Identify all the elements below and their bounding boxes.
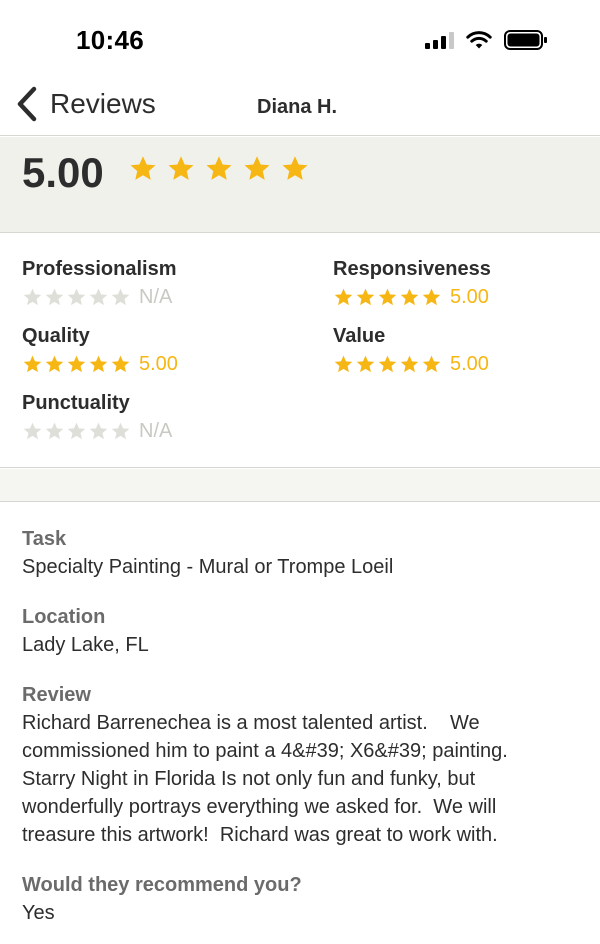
category-quality: Quality 5.00 xyxy=(22,325,178,376)
star-icon xyxy=(244,156,270,180)
category-value: 5.00 xyxy=(139,353,178,375)
category-label: Responsiveness xyxy=(333,258,491,280)
star-icon xyxy=(111,288,130,306)
star-icon xyxy=(23,422,42,440)
status-icons xyxy=(425,30,548,50)
overall-score: 5.00 xyxy=(22,149,104,196)
recommend-value: Yes xyxy=(22,902,55,924)
status-time: 10:46 xyxy=(76,25,144,55)
status-bar: 10:46 xyxy=(0,0,600,80)
star-icon xyxy=(356,355,375,373)
chevron-left-icon xyxy=(17,86,37,122)
category-professionalism: Professionalism N/A xyxy=(22,258,177,309)
category-ratings: Professionalism N/A Responsiveness 5.00 … xyxy=(0,234,600,468)
category-value: 5.00 xyxy=(450,286,489,308)
star-rating xyxy=(22,421,131,442)
review-text-line: commissioned him to paint a 4&#39; X6&#3… xyxy=(22,740,508,762)
category-label: Professionalism xyxy=(22,258,177,280)
star-icon xyxy=(422,288,441,306)
star-icon xyxy=(168,156,194,180)
star-rating xyxy=(22,287,131,308)
category-punctuality: Punctuality N/A xyxy=(22,392,172,443)
star-icon xyxy=(89,422,108,440)
star-icon xyxy=(67,355,86,373)
category-label: Punctuality xyxy=(22,392,130,414)
star-icon xyxy=(89,355,108,373)
nav-bar: Reviews Diana H. xyxy=(0,80,600,136)
star-rating xyxy=(333,354,442,375)
category-label: Quality xyxy=(22,325,90,347)
task-label: Task xyxy=(22,528,67,550)
category-value: N/A xyxy=(139,420,173,442)
star-icon xyxy=(67,288,86,306)
recommend-field: Would they recommend you? Yes xyxy=(22,871,582,927)
star-icon xyxy=(334,288,353,306)
overall-rating-section: 5.00 xyxy=(0,137,600,233)
star-icon xyxy=(378,288,397,306)
location-label: Location xyxy=(22,606,106,628)
review-text-line: Richard Barrenechea is a most talented a… xyxy=(22,712,480,734)
star-icon xyxy=(400,288,419,306)
category-label: Value xyxy=(333,325,386,347)
location-field: Location Lady Lake, FL xyxy=(22,603,582,659)
back-button[interactable]: Reviews xyxy=(14,84,156,124)
recommend-label: Would they recommend you? xyxy=(22,874,302,896)
star-icon xyxy=(400,355,419,373)
reviewer-name: Diana H. xyxy=(257,96,338,118)
review-field: Review Richard Barrenechea is a most tal… xyxy=(22,681,582,849)
star-icon xyxy=(206,156,232,180)
category-value: N/A xyxy=(139,286,173,308)
overall-star-rating xyxy=(128,154,310,184)
battery-icon xyxy=(504,30,547,50)
star-icon xyxy=(23,288,42,306)
star-rating xyxy=(333,287,442,308)
location-value: Lady Lake, FL xyxy=(22,634,149,656)
star-icon xyxy=(334,355,353,373)
review-details: Task Specialty Painting - Mural or Tromp… xyxy=(22,525,582,944)
star-icon xyxy=(356,288,375,306)
category-value-rating: Value 5.00 xyxy=(333,325,489,376)
wifi-icon xyxy=(466,30,492,48)
star-icon xyxy=(23,355,42,373)
star-icon xyxy=(89,288,108,306)
star-icon xyxy=(45,355,64,373)
star-icon xyxy=(130,156,156,180)
star-rating xyxy=(22,354,131,375)
review-label: Review xyxy=(22,684,91,706)
star-icon xyxy=(282,156,308,180)
star-icon xyxy=(422,355,441,373)
section-divider xyxy=(0,469,600,502)
category-value: 5.00 xyxy=(450,353,489,375)
star-icon xyxy=(45,422,64,440)
review-text-line: Starry Night in Florida Is not only fun … xyxy=(22,768,476,790)
category-responsiveness: Responsiveness 5.00 xyxy=(333,258,491,309)
star-icon xyxy=(67,422,86,440)
star-icon xyxy=(111,422,130,440)
review-text-line: treasure this artwork! Richard was great… xyxy=(22,824,498,846)
task-field: Task Specialty Painting - Mural or Tromp… xyxy=(22,525,582,581)
star-icon xyxy=(111,355,130,373)
star-icon xyxy=(378,355,397,373)
task-value: Specialty Painting - Mural or Trompe Loe… xyxy=(22,556,394,578)
review-text-line: wonderfully portrays everything we asked… xyxy=(22,796,497,818)
back-label: Reviews xyxy=(50,88,156,119)
signal-icon xyxy=(425,31,454,49)
star-icon xyxy=(45,288,64,306)
